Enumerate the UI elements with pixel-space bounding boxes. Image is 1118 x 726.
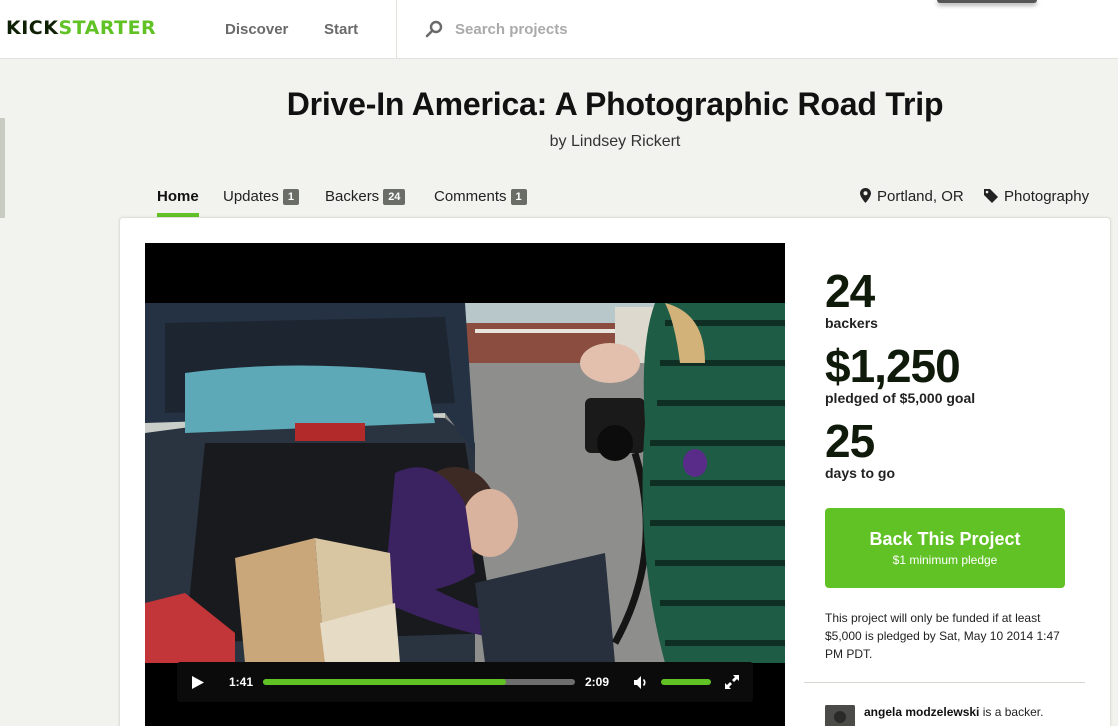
back-this-project-button[interactable]: Back This Project $1 minimum pledge — [825, 508, 1065, 588]
days-to-go-label: days to go — [825, 465, 896, 481]
project-location[interactable]: Portland, OR — [860, 188, 964, 205]
tab-comments[interactable]: Comments 1 — [434, 188, 527, 218]
nav-start[interactable]: Start — [324, 21, 358, 38]
play-icon[interactable] — [192, 676, 204, 689]
nav-divider — [396, 0, 397, 59]
pledged-amount: $1,250 — [825, 340, 961, 392]
backers-label: backers — [825, 315, 878, 331]
activity-text: is a backer. — [979, 705, 1044, 719]
kickstarter-logo[interactable]: KICKSTARTER — [6, 17, 156, 39]
current-time: 1:41 — [229, 675, 254, 689]
volume-slider[interactable] — [661, 679, 711, 685]
tab-backers-label: Backers — [325, 188, 380, 205]
backers-count: 24 — [825, 265, 875, 317]
account-menu-tab[interactable] — [937, 0, 1037, 3]
fullscreen-icon[interactable] — [725, 675, 739, 689]
back-button-label: Back This Project — [869, 529, 1021, 549]
video-progress-track[interactable] — [263, 679, 575, 685]
location-label: Portland, OR — [877, 188, 964, 205]
volume-icon[interactable] — [634, 676, 648, 689]
video-frame-image — [145, 303, 785, 663]
avatar-image — [825, 705, 855, 726]
pledged-label: pledged of $5,000 goal — [825, 390, 976, 406]
logo-kick: KICK — [6, 17, 59, 39]
minimum-pledge-note: $1 minimum pledge — [892, 553, 998, 567]
project-title: Drive-In America: A Photographic Road Tr… — [286, 86, 944, 122]
tab-updates-label: Updates — [223, 188, 279, 205]
duration: 2:09 — [585, 675, 610, 689]
tag-icon — [984, 189, 998, 203]
top-navigation: KICKSTARTER Discover Start — [0, 0, 1118, 59]
video-progress-fill — [263, 679, 507, 685]
tab-updates[interactable]: Updates 1 — [223, 188, 299, 218]
backers-count-badge: 24 — [383, 189, 406, 205]
project-category[interactable]: Photography — [984, 188, 1089, 205]
project-byline[interactable]: by Lindsey Rickert — [0, 133, 1118, 151]
video-controls: 1:41 2:09 — [177, 662, 753, 702]
updates-count-badge: 1 — [282, 189, 299, 205]
search-input[interactable] — [455, 14, 855, 44]
nav-discover[interactable]: Discover — [225, 21, 288, 38]
tab-home-label: Home — [157, 188, 199, 205]
avatar[interactable] — [825, 705, 855, 726]
days-to-go-count: 25 — [825, 415, 875, 467]
backer-name[interactable]: angela modzelewski — [864, 705, 979, 719]
location-pin-icon — [860, 188, 871, 203]
funding-note: This project will only be funded if at l… — [825, 611, 1060, 661]
tab-home[interactable]: Home — [157, 188, 199, 218]
sidebar-divider — [804, 682, 1085, 683]
category-label: Photography — [1004, 188, 1090, 205]
logo-starter: STARTER — [58, 17, 157, 39]
activity-item: angela modzelewski is a backer. — [864, 704, 1064, 720]
comments-count-badge: 1 — [510, 189, 527, 205]
tab-comments-label: Comments — [434, 188, 507, 205]
project-video[interactable]: 1:41 2:09 — [145, 243, 785, 726]
search-icon[interactable] — [425, 20, 443, 38]
tab-backers[interactable]: Backers 24 — [325, 188, 406, 218]
